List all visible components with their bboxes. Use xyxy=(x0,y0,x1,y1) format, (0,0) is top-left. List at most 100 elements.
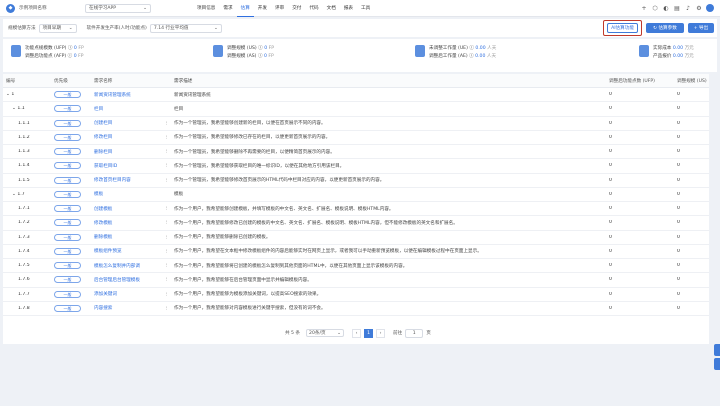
priority-badge[interactable]: 一般 xyxy=(54,119,81,127)
row-name[interactable]: 添加关键词 xyxy=(91,291,161,297)
document-icon[interactable]: ▤ xyxy=(673,4,681,12)
row-name[interactable]: 创建栏目 xyxy=(91,120,161,126)
row-name[interactable]: 删除栏目 xyxy=(91,149,161,155)
add-icon[interactable]: + xyxy=(640,4,648,12)
stat-label: 调整后功能点 (AFP) xyxy=(25,54,67,59)
more-icon[interactable]: ⋮ xyxy=(161,135,171,140)
nav-item[interactable]: 项目信息 xyxy=(193,0,219,17)
priority-badge[interactable]: 一般 xyxy=(54,148,81,156)
table-row[interactable]: 1.7.1 一般 创建模板 ⋮ 作为一个用户，我希望能够创建模板，并填写模板的中文名、英… xyxy=(3,202,709,217)
table-row[interactable]: 1.7.6 一般 后台管理后台管理模板 ⋮ 作为一个用户，我希望能够在后台管理页面中显示… xyxy=(3,273,709,288)
more-icon[interactable]: ⋮ xyxy=(161,121,171,126)
table-row[interactable]: 1.1.2 一般 修改栏目 ⋮ 作为一个管理员，我希望能够修改已存在的栏目，以便更新首页… xyxy=(3,131,709,145)
side-feedback-tab[interactable] xyxy=(714,358,720,370)
table-row[interactable]: 1.1.4 一般 获取栏目ID ⋮ 作为一个管理员，我希望能够获取栏目的唯一标识ID，以… xyxy=(3,159,709,174)
more-icon[interactable]: ⋮ xyxy=(161,220,171,225)
cube-icon[interactable]: ⬡ xyxy=(651,4,659,12)
row-name[interactable]: 修改栏目 xyxy=(91,134,161,140)
priority-badge[interactable]: 一般 xyxy=(54,205,81,213)
row-fp: 0 xyxy=(609,163,612,169)
more-icon[interactable]: ⋮ xyxy=(161,235,171,240)
priority-badge[interactable]: 一般 xyxy=(54,162,81,170)
productivity-select[interactable]: 7.14 行业平均值 ⌄ xyxy=(149,23,222,33)
row-fp: 0 xyxy=(609,220,612,226)
row-id: 1.7.6 xyxy=(3,277,51,282)
row-name[interactable]: 新闻资讯管理系统 xyxy=(91,92,161,98)
prev-page-button[interactable]: ‹ xyxy=(352,328,362,338)
method-select[interactable]: 项目早期 ⌄ xyxy=(38,23,77,33)
row-name[interactable]: 栏目 xyxy=(91,106,161,112)
nav-item[interactable]: 评审 xyxy=(271,0,288,17)
priority-badge[interactable]: 一般 xyxy=(54,233,81,241)
estimate-params-button[interactable]: ↻ 估算参数 xyxy=(646,23,684,33)
more-icon[interactable]: ⋮ xyxy=(161,249,171,254)
theme-icon[interactable]: ◐ xyxy=(662,4,670,12)
priority-badge[interactable]: 一般 xyxy=(54,276,81,284)
row-name[interactable]: 后台管理后台管理模板 xyxy=(91,277,161,283)
nav-item[interactable]: 交付 xyxy=(288,0,305,17)
row-name[interactable]: 模板 xyxy=(91,191,161,197)
priority-badge[interactable]: 一般 xyxy=(54,304,81,312)
page-1-button[interactable]: 1 xyxy=(364,328,374,338)
row-name[interactable]: 获取栏目ID xyxy=(91,163,161,169)
export-button[interactable]: + 导出 xyxy=(688,23,714,33)
priority-badge[interactable]: 一般 xyxy=(54,105,81,113)
settings-icon[interactable]: ⚙ xyxy=(695,4,703,12)
more-icon[interactable]: ⋮ xyxy=(161,206,171,211)
priority-badge[interactable]: 一般 xyxy=(54,262,81,270)
nav-item[interactable]: 文档 xyxy=(323,0,340,17)
priority-badge[interactable]: 一般 xyxy=(54,190,81,198)
table-row[interactable]: ⌄ 1.7 一般 模板 模板 0 0 xyxy=(3,188,709,202)
table-row[interactable]: 1.7.5 一般 模板怎么复制并内部调 ⋮ 作为一个用户，我希望能够将已创建的模板怎么复… xyxy=(3,259,709,274)
row-id-text: 1.7.2 xyxy=(18,220,30,226)
more-icon[interactable]: ⋮ xyxy=(161,149,171,154)
table-row[interactable]: 1.7.4 一般 模板组件预览 ⋮ 作为一个用户，我希望在文本框中修改模板组件的内容后能… xyxy=(3,245,709,259)
table-row[interactable]: 1.1.3 一般 删除栏目 ⋮ 作为一个管理员，我希望能够删除不再需要的栏目，以便精简首… xyxy=(3,145,709,160)
table-row[interactable]: 1.7.8 一般 内容搜索 ⋮ 作为一个用户，我希望能够对内容模板进行关键字搜索，但没有… xyxy=(3,302,709,316)
nav-item[interactable]: 报表 xyxy=(340,0,357,17)
row-priority: 一般 xyxy=(51,176,91,184)
table-row[interactable]: ⌄ 1 一般 新闻资讯管理系统 新闻资讯管理系统 0 0 xyxy=(3,88,709,103)
nav-item[interactable]: 开发 xyxy=(254,0,271,17)
goto-page-input[interactable]: 1 xyxy=(405,328,424,338)
more-icon[interactable]: ⋮ xyxy=(161,178,171,183)
more-icon[interactable]: ⋮ xyxy=(161,163,171,168)
table-row[interactable]: 1.1.1 一般 创建栏目 ⋮ 作为一个管理员，我希望能够创建新的栏目，以便在首页展示不… xyxy=(3,117,709,131)
row-name[interactable]: 内容搜索 xyxy=(91,305,161,311)
bell-icon[interactable]: ♪ xyxy=(684,4,692,12)
row-name[interactable]: 模板组件预览 xyxy=(91,248,161,254)
table-row[interactable]: 1.7.7 一般 添加关键词 ⋮ 作为一个用户，我希望能够为模板添加关键词，以提高SEO… xyxy=(3,288,709,302)
row-scale: 0 xyxy=(677,163,680,169)
page-size-select[interactable]: 20条/页 ⌄ xyxy=(306,329,345,337)
more-icon[interactable]: ⋮ xyxy=(161,263,171,268)
more-icon[interactable]: ⋮ xyxy=(161,292,171,297)
table-row[interactable]: 1.7.2 一般 修改模板 ⋮ 作为一个用户，我希望能够修改已创建的模板的中文名、英文名… xyxy=(3,216,709,231)
row-priority: 一般 xyxy=(51,247,91,255)
priority-badge[interactable]: 一般 xyxy=(54,91,81,99)
user-avatar[interactable] xyxy=(706,4,714,12)
more-icon[interactable]: ⋮ xyxy=(161,277,171,282)
row-name[interactable]: 删除模板 xyxy=(91,234,161,240)
project-select[interactable]: 在线学习APP ⌄ xyxy=(85,3,151,13)
row-name[interactable]: 修改首页栏目内容 xyxy=(91,177,161,183)
more-icon[interactable]: ⋮ xyxy=(161,306,171,311)
priority-badge[interactable]: 一般 xyxy=(54,290,81,298)
nav-item[interactable]: 需求 xyxy=(219,0,236,17)
row-name[interactable]: 模板怎么复制并内部调 xyxy=(91,263,161,269)
table-row[interactable]: 1.7.3 一般 删除模板 ⋮ 作为一个用户，我希望能够删除已创建的模板。 0 0 xyxy=(3,231,709,245)
priority-badge[interactable]: 一般 xyxy=(54,247,81,255)
table-row[interactable]: 1.1.5 一般 修改首页栏目内容 ⋮ 作为一个管理员，我希望能够修改首页展示的HTML… xyxy=(3,174,709,188)
stat-unit: FP xyxy=(268,46,275,51)
side-help-tab[interactable] xyxy=(714,344,720,356)
nav-item[interactable]: 代码 xyxy=(305,0,322,17)
priority-badge[interactable]: 一般 xyxy=(54,219,81,227)
table-row[interactable]: ⌄ 1.1 一般 栏目 栏目 0 0 xyxy=(3,102,709,117)
nav-item[interactable]: 工具 xyxy=(357,0,374,17)
priority-badge[interactable]: 一般 xyxy=(54,133,81,141)
nav-item[interactable]: 估算 xyxy=(236,0,254,17)
next-page-button[interactable]: › xyxy=(376,328,386,338)
row-name[interactable]: 修改模板 xyxy=(91,220,161,226)
row-name[interactable]: 创建模板 xyxy=(91,206,161,212)
ai-estimate-button[interactable]: AI估算功能 xyxy=(607,23,638,33)
priority-badge[interactable]: 一般 xyxy=(54,176,81,184)
